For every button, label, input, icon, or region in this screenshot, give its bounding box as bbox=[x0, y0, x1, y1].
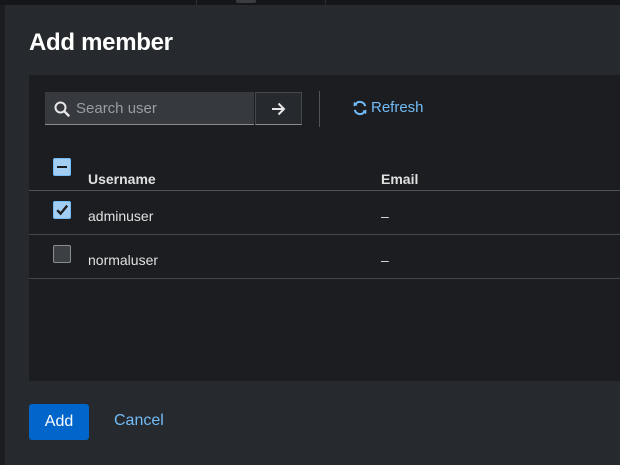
search-icon bbox=[54, 101, 70, 117]
cancel-button[interactable]: Cancel bbox=[114, 412, 164, 430]
add-member-modal: Add member Search user Refresh Username … bbox=[5, 5, 620, 465]
toolbar-divider bbox=[319, 91, 320, 127]
table-row[interactable]: adminuser – bbox=[29, 191, 620, 235]
cell-email: – bbox=[381, 252, 389, 268]
table-header-row: Username Email bbox=[29, 143, 620, 191]
table-row[interactable]: normaluser – bbox=[29, 235, 620, 279]
search-input[interactable] bbox=[76, 92, 248, 125]
column-header-email[interactable]: Email bbox=[381, 171, 418, 187]
select-all-checkbox[interactable] bbox=[53, 158, 71, 176]
refresh-icon bbox=[353, 100, 367, 115]
checkmark-icon bbox=[56, 204, 69, 216]
cell-email: – bbox=[381, 208, 389, 224]
refresh-button[interactable]: Refresh bbox=[352, 99, 424, 116]
search-submit-button[interactable] bbox=[255, 92, 302, 125]
member-table-panel: Refresh Username Email adminuser – norma… bbox=[29, 75, 620, 381]
refresh-label: Refresh bbox=[371, 99, 424, 116]
search-group bbox=[45, 92, 302, 126]
modal-title: Add member bbox=[29, 29, 173, 56]
cell-username: adminuser bbox=[88, 208, 154, 224]
row-checkbox[interactable] bbox=[53, 245, 71, 263]
add-button[interactable]: Add bbox=[29, 404, 89, 440]
row-checkbox[interactable] bbox=[53, 201, 71, 219]
column-header-username[interactable]: Username bbox=[88, 171, 156, 187]
member-table: Username Email adminuser – normaluser – bbox=[29, 143, 620, 279]
arrow-right-icon bbox=[272, 102, 286, 115]
cell-username: normaluser bbox=[88, 252, 159, 268]
search-box[interactable] bbox=[45, 92, 254, 125]
